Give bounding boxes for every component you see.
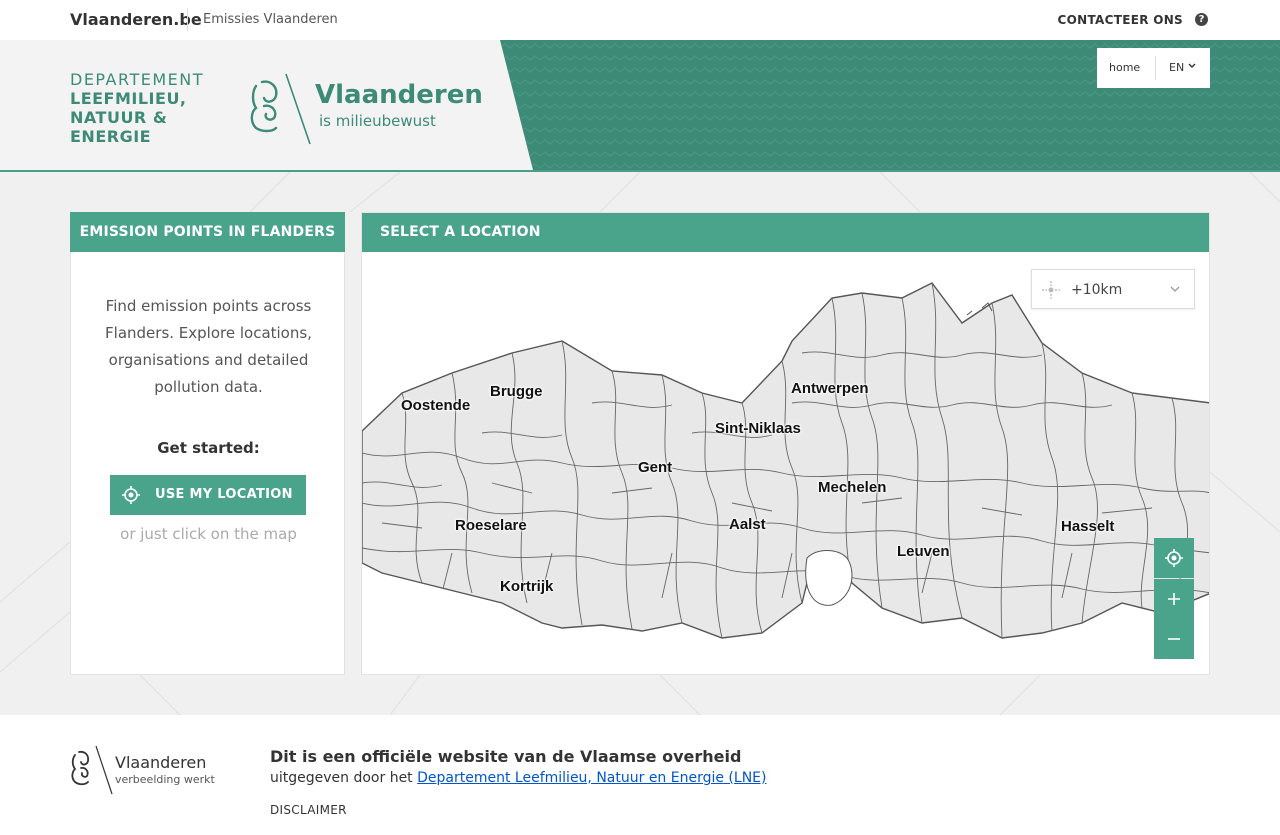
disclaimer-link[interactable]: DISCLAIMER <box>270 803 347 817</box>
footer-logo-tagline: verbeelding werkt <box>115 773 215 786</box>
municipality-map[interactable] <box>362 253 1210 675</box>
divider <box>1155 56 1156 80</box>
chevron-down-icon <box>1170 286 1180 292</box>
lion-logo-icon <box>250 73 311 145</box>
language-selector[interactable]: EN <box>1169 61 1184 74</box>
locate-icon <box>122 486 140 504</box>
panel-title: SELECT A LOCATION <box>362 213 1209 252</box>
home-link[interactable]: home <box>1109 61 1140 74</box>
locate-icon <box>1165 549 1183 567</box>
site-footer: Vlaanderen verbeelding werkt Dit is een … <box>0 715 1280 835</box>
city-label-mechelen: Mechelen <box>818 479 887 496</box>
department-name: DEPARTEMENT LEEFMILIEU, NATUUR & ENERGIE <box>70 70 204 146</box>
city-label-gent: Gent <box>638 459 673 476</box>
vlaanderen-home-link[interactable]: Vlaanderen.be <box>70 10 202 29</box>
intro-text: Find emission points across Flanders. Ex… <box>105 297 312 396</box>
city-label-hasselt: Hasselt <box>1061 518 1115 535</box>
site-name-link[interactable]: Emissies Vlaanderen <box>203 12 338 27</box>
contact-link[interactable]: CONTACTEER ONS <box>1058 13 1183 27</box>
use-my-location-label: USE MY LOCATION <box>155 487 293 502</box>
zoom-in-icon <box>1168 593 1180 605</box>
divider <box>187 9 188 31</box>
city-label-leuven: Leuven <box>897 543 950 560</box>
publisher-link[interactable]: Departement Leefmilieu, Natuur en Energi… <box>417 770 766 786</box>
city-label-oostende: Oostende <box>401 397 471 414</box>
city-label-antwerpen: Antwerpen <box>791 380 869 397</box>
emission-points-panel: EMISSION POINTS IN FLANDERS Find emissio… <box>70 212 345 675</box>
zoom-out-button[interactable] <box>1154 619 1194 659</box>
use-my-location-button[interactable]: USE MY LOCATION <box>110 475 306 515</box>
dept-line4: ENERGIE <box>70 127 152 146</box>
header-nav: home EN <box>1097 48 1210 88</box>
lion-logo-icon <box>71 745 113 795</box>
city-label-roeselare: Roeselare <box>455 517 527 534</box>
select-location-panel: SELECT A LOCATION Oostende Brugge Antwer… <box>361 212 1210 675</box>
panel-title: EMISSION POINTS IN FLANDERS <box>70 212 345 252</box>
chevron-down-icon[interactable] <box>1188 63 1196 69</box>
city-label-kortrijk: Kortrijk <box>500 578 554 595</box>
crosshair-icon <box>1042 281 1060 299</box>
dept-line3: NATUUR & <box>70 108 168 127</box>
city-label-brugge: Brugge <box>490 383 543 400</box>
top-bar: Vlaanderen.be Emissies Vlaanderen CONTAC… <box>0 0 1280 40</box>
logo-name: Vlaanderen <box>315 80 483 110</box>
official-website-notice: Dit is een officiële website van de Vlaa… <box>270 747 742 766</box>
zoom-out-icon <box>1168 638 1180 640</box>
dept-line1: DEPARTEMENT <box>70 70 204 89</box>
dept-line2: LEEFMILIEU, <box>70 89 187 108</box>
logo-tagline: is milieubewust <box>319 112 436 130</box>
footer-logo-name: Vlaanderen <box>115 753 207 772</box>
publisher-line: uitgegeven door het Departement Leefmili… <box>270 770 766 786</box>
radius-select[interactable]: +10km <box>1031 269 1195 309</box>
help-icon[interactable]: ? <box>1195 13 1208 26</box>
city-label-sint-niklaas: Sint-Niklaas <box>715 420 801 437</box>
locate-button[interactable] <box>1154 538 1194 578</box>
zoom-in-button[interactable] <box>1154 579 1194 619</box>
city-label-aalst: Aalst <box>729 516 766 533</box>
site-header: DEPARTEMENT LEEFMILIEU, NATUUR & ENERGIE… <box>0 40 1280 172</box>
click-map-hint: or just click on the map <box>120 525 297 543</box>
get-started-label: Get started: <box>157 439 260 457</box>
radius-value: +10km <box>1071 282 1123 298</box>
flanders-map[interactable]: Oostende Brugge Antwerpen Sint-Niklaas G… <box>362 253 1210 675</box>
published-by-label: uitgegeven door het <box>270 770 413 786</box>
